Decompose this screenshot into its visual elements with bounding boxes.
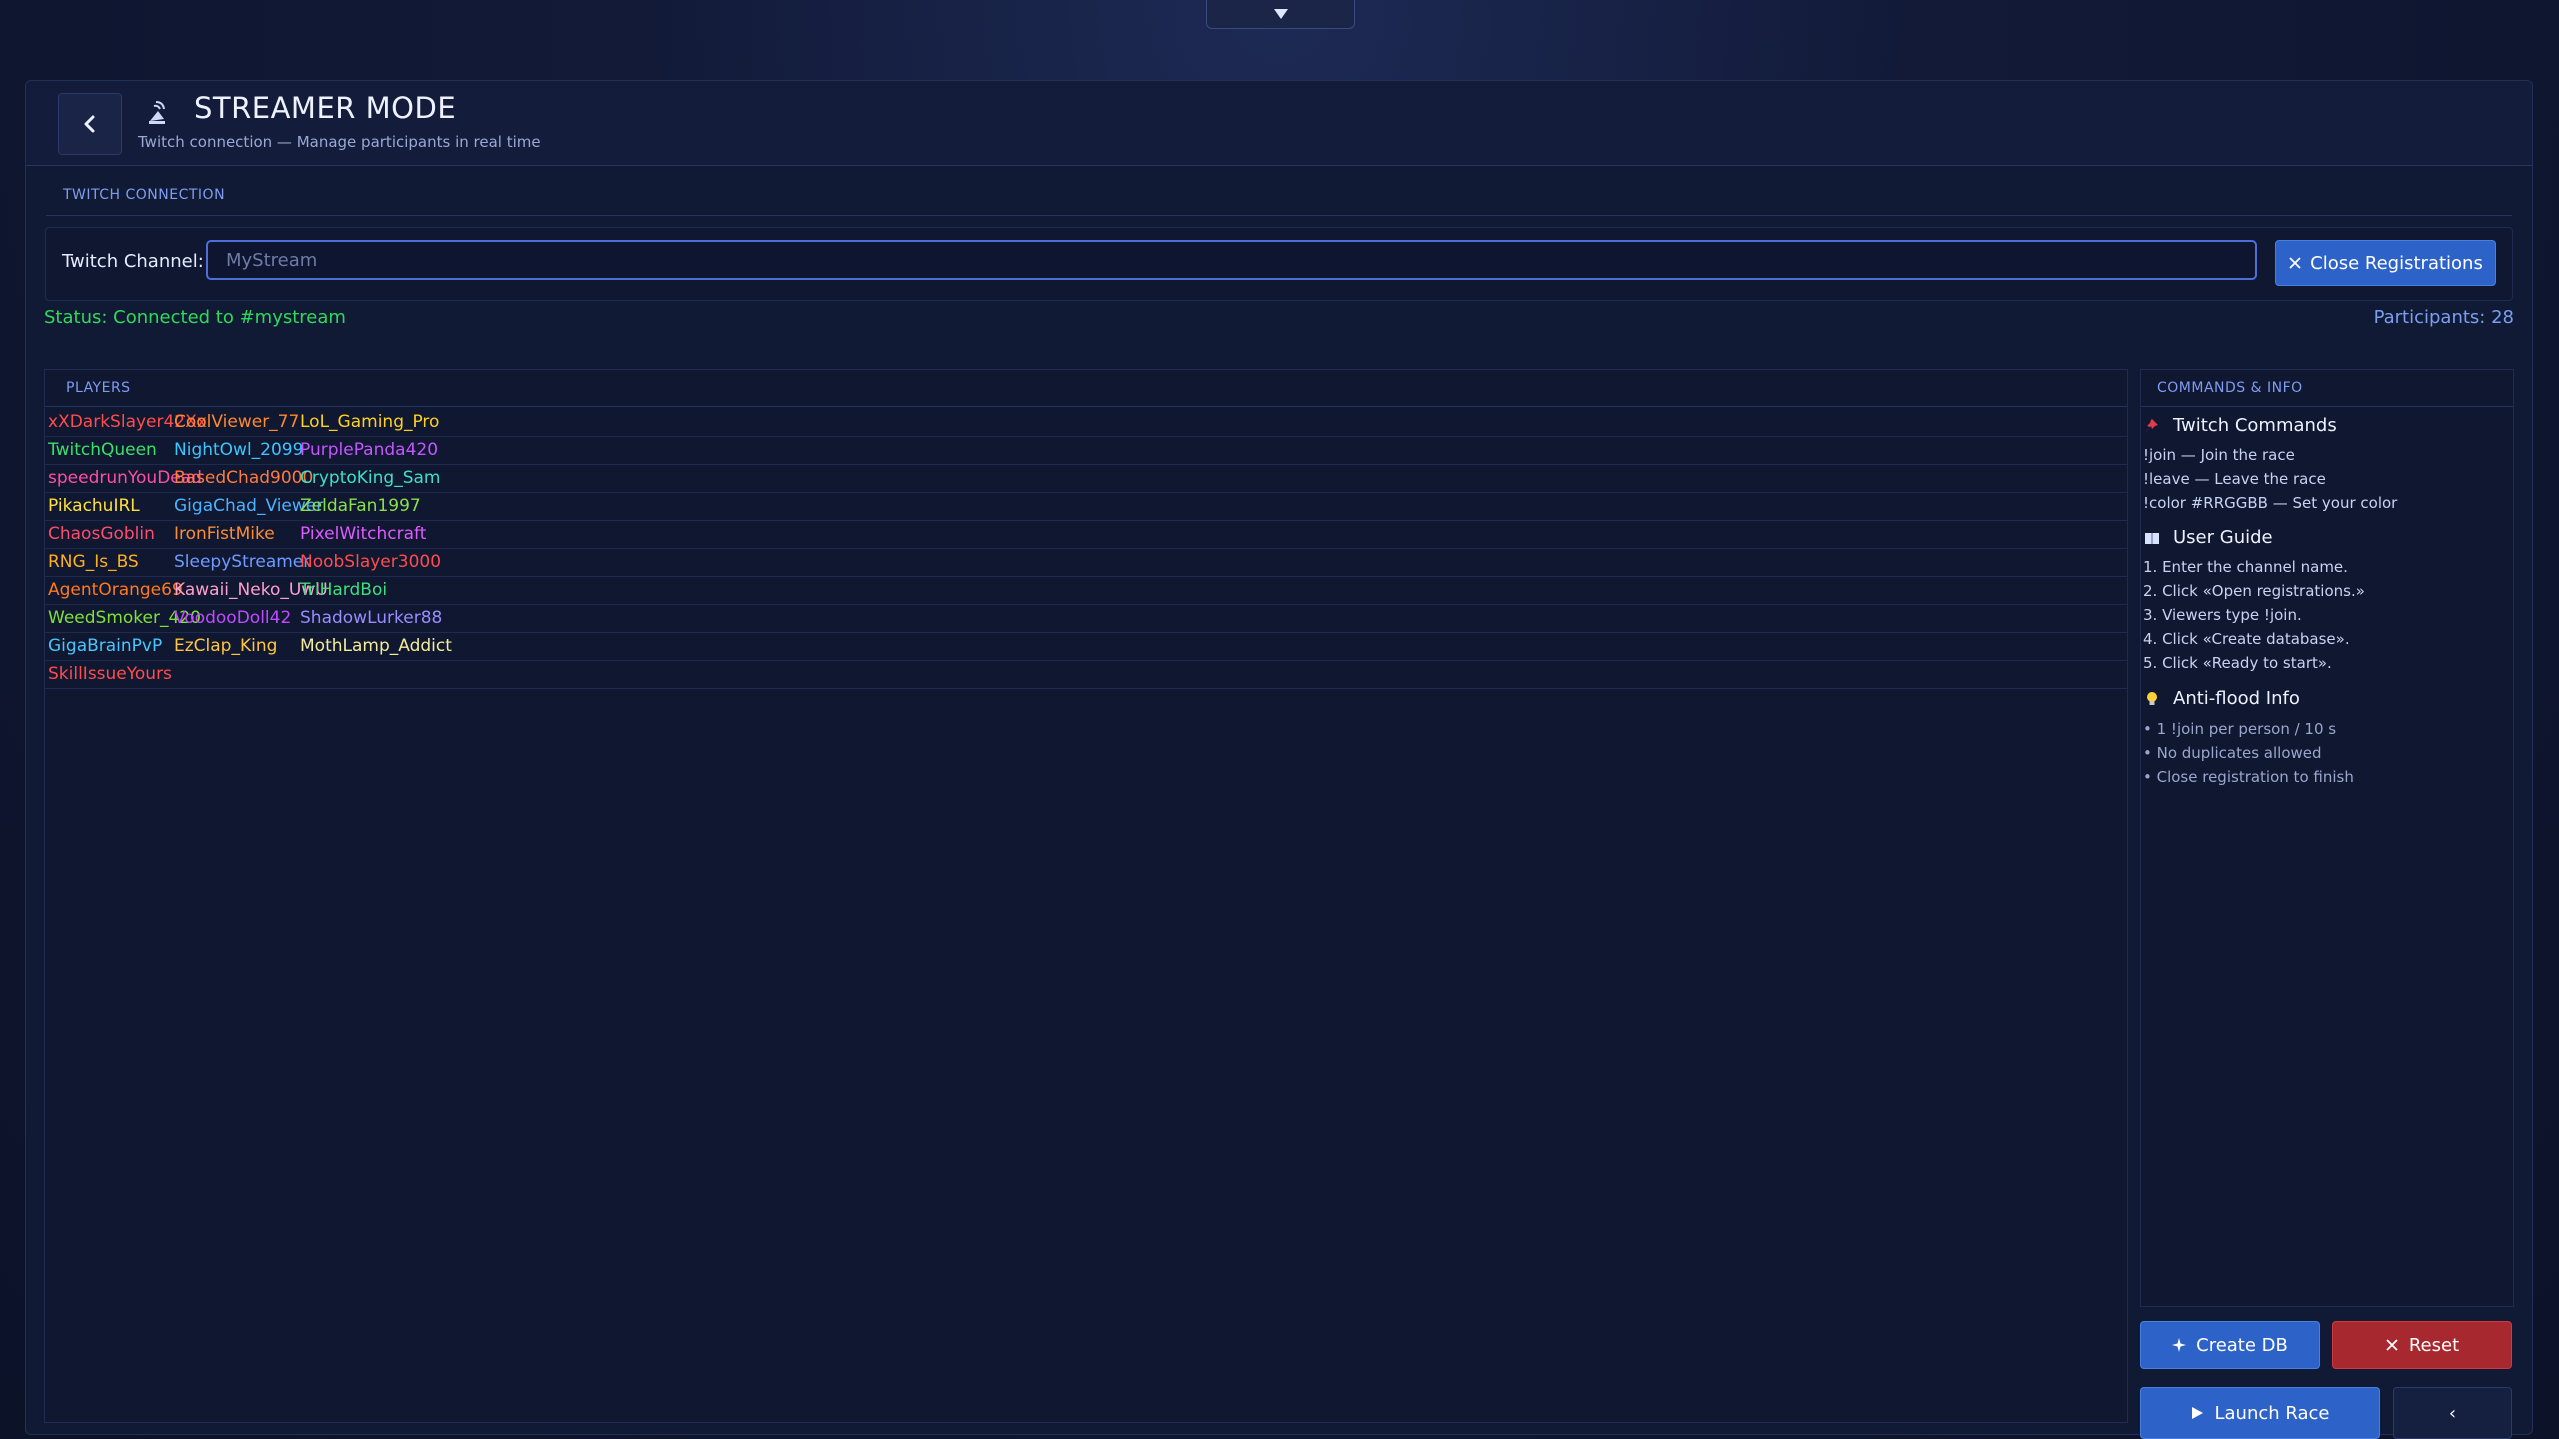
back-button[interactable] — [58, 93, 122, 155]
player-name: EzClap_King — [174, 636, 278, 656]
participants-count: Participants: 28 — [2373, 307, 2514, 328]
player-name: ChaosGoblin — [48, 524, 155, 544]
player-name: SkillIssueYours — [48, 664, 172, 684]
panel-header: STREAMER MODE Twitch connection — Manage… — [26, 81, 2532, 166]
divider — [45, 406, 2127, 407]
commands-info-section-label: COMMANDS & INFO — [2157, 380, 2303, 396]
twitch-commands-title: Twitch Commands — [2173, 415, 2337, 436]
twitch-commands-heading: Twitch Commands — [2143, 415, 2337, 436]
players-section-label: PLAYERS — [66, 380, 131, 396]
player-row: RNG_Is_BS SleepyStreamer NoobSlayer3000 — [45, 548, 2127, 577]
player-name: IronFistMike — [174, 524, 275, 544]
play-icon — [2192, 1407, 2204, 1419]
player-name: PurplePanda420 — [300, 440, 439, 460]
page-title: STREAMER MODE — [194, 91, 457, 125]
player-row: SkillIssueYours — [45, 660, 2127, 689]
guide-step-2: 2. Click «Open registrations.» — [2143, 582, 2365, 600]
user-guide-heading: User Guide — [2143, 527, 2273, 548]
create-db-button[interactable]: Create DB — [2140, 1321, 2320, 1369]
guide-step-3: 3. Viewers type !join. — [2143, 606, 2302, 624]
anti-flood-rule-3: • Close registration to finish — [2143, 768, 2354, 786]
player-row: TwitchQueen NightOwl_2099 PurplePanda420 — [45, 436, 2127, 465]
anti-flood-rule-2: • No duplicates allowed — [2143, 744, 2322, 762]
channel-input[interactable] — [206, 240, 2257, 280]
collapse-toggle-tab[interactable] — [1206, 0, 1355, 29]
anti-flood-title: Anti-flood Info — [2173, 688, 2300, 709]
chevron-left-icon — [84, 115, 95, 133]
lightbulb-icon — [2147, 691, 2157, 705]
twitch-connection-section-label: TWITCH CONNECTION — [63, 187, 226, 203]
close-icon — [2289, 257, 2301, 269]
guide-step-5: 5. Click «Ready to start». — [2143, 654, 2332, 672]
collapse-panel-button[interactable]: ‹ — [2393, 1387, 2512, 1439]
satellite-antenna-icon — [149, 101, 165, 124]
command-leave: !leave — Leave the race — [2143, 470, 2326, 488]
anti-flood-rule-1: • 1 !join per person / 10 s — [2143, 720, 2337, 738]
player-row: xXDarkSlayer42Xx CoolViewer_77 LoL_Gaming_… — [45, 408, 2127, 437]
player-row: PikachuIRL GigaChad_Viewer ZeldaFan1997 — [45, 492, 2127, 521]
close-icon — [2386, 1339, 2398, 1351]
launch-race-button[interactable]: Launch Race — [2140, 1387, 2380, 1439]
player-name: ZeldaFan1997 — [300, 496, 421, 516]
guide-step-1: 1. Enter the channel name. — [2143, 558, 2348, 576]
player-row: speedrunYouDead BasedChad9000 CryptoKing_S… — [45, 464, 2127, 493]
player-name: VoodooDoll42 — [174, 608, 292, 628]
player-name: CoolViewer_77 — [174, 412, 300, 432]
guide-step-4: 4. Click «Create database». — [2143, 630, 2350, 648]
players-list: PLAYERS xXDarkSlayer42Xx CoolViewer_77 LoL… — [44, 369, 2128, 1423]
player-name: AgentOrange69 — [48, 580, 183, 600]
anti-flood-heading: Anti-flood Info — [2143, 688, 2300, 709]
commands-info-panel: COMMANDS & INFO Twitch Commands !join — … — [2140, 369, 2514, 1307]
player-name: TwitchQueen — [48, 440, 157, 460]
commands-info-column: COMMANDS & INFO Twitch Commands !join — … — [2140, 369, 2514, 1439]
channel-label: Twitch Channel: — [62, 251, 204, 272]
player-row: ChaosGoblin IronFistMike PixelWitchcraft — [45, 520, 2127, 549]
player-row: AgentOrange69 Kawaii_Neko_UwU TriHardBoi — [45, 576, 2127, 605]
collapse-panel-label: ‹ — [2448, 1402, 2457, 1424]
triangle-down-icon — [1273, 9, 1288, 19]
reset-label: Reset — [2408, 1334, 2460, 1356]
player-row: WeedSmoker_420 VoodooDoll42 ShadowLurker88 — [45, 604, 2127, 633]
player-name: TriHardBoi — [300, 580, 388, 600]
player-name: PikachuIRL — [48, 496, 140, 516]
player-name: ShadowLurker88 — [300, 608, 443, 628]
divider — [46, 215, 2512, 216]
divider — [2141, 406, 2513, 407]
sparkle-icon — [2172, 1338, 2187, 1352]
player-name: RNG_Is_BS — [48, 552, 139, 572]
launch-race-label: Launch Race — [2214, 1402, 2330, 1424]
player-name: GigaBrainPvP — [48, 636, 163, 656]
pushpin-icon — [2145, 418, 2158, 433]
streamer-mode-panel: STREAMER MODE Twitch connection — Manage… — [25, 80, 2533, 1439]
reset-button[interactable]: Reset — [2332, 1321, 2512, 1369]
create-db-label: Create DB — [2196, 1334, 2288, 1356]
channel-row: Twitch Channel: Close Registrations — [45, 227, 2513, 301]
player-name: NoobSlayer3000 — [300, 552, 442, 572]
player-name: NightOwl_2099 — [174, 440, 304, 460]
player-name: MothLamp_Addict — [300, 636, 452, 656]
book-icon — [2145, 532, 2159, 544]
player-name: CryptoKing_Sam — [300, 468, 441, 488]
player-name: LoL_Gaming_Pro — [300, 412, 440, 432]
player-name: PixelWitchcraft — [300, 524, 427, 544]
command-join: !join — Join the race — [2143, 446, 2295, 464]
page-subtitle: Twitch connection — Manage participants … — [138, 133, 541, 151]
user-guide-title: User Guide — [2173, 527, 2273, 548]
command-color: !color #RRGGBB — Set your color — [2143, 494, 2398, 512]
close-registrations-label: Close Registrations — [2310, 252, 2483, 274]
player-row: GigaBrainPvP EzClap_King MothLamp_Addict — [45, 632, 2127, 661]
player-name: SleepyStreamer — [174, 552, 311, 572]
player-name: BasedChad9000 — [174, 468, 314, 488]
connection-status: Status: Connected to #mystream — [44, 307, 346, 328]
close-registrations-button[interactable]: Close Registrations — [2275, 240, 2496, 286]
